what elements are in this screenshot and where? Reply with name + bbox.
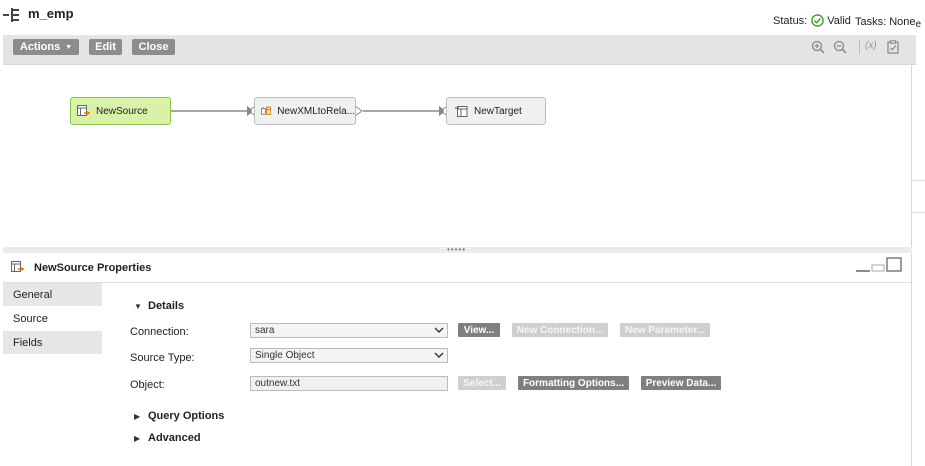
details-section-toggle[interactable]: ▼ Details — [134, 300, 184, 312]
select-button[interactable]: Select... — [458, 376, 506, 390]
xml-relational-icon — [261, 106, 272, 115]
mapping-canvas[interactable]: NewSource NewXMLtoRela... NewTarget — [3, 65, 912, 247]
chevron-down-icon: ▼ — [65, 43, 73, 51]
window-controls — [856, 257, 902, 272]
properties-header: NewSource Properties — [3, 253, 912, 283]
query-options-label: Query Options — [148, 410, 225, 422]
chevron-down-icon — [434, 327, 444, 333]
connection-value: sara — [255, 325, 275, 336]
triangle-right-icon: ▶ — [134, 433, 141, 443]
xml-output-port[interactable] — [354, 105, 363, 117]
target-table-icon — [455, 106, 468, 117]
maximize-icon[interactable] — [886, 257, 902, 272]
node-label: NewXMLtoRela... — [277, 105, 355, 117]
node-label: NewSource — [96, 105, 148, 117]
advanced-label: Advanced — [148, 432, 201, 444]
new-parameter-button[interactable]: New Parameter... — [620, 323, 710, 337]
source-type-label: Source Type: — [130, 352, 195, 364]
details-label: Details — [148, 300, 185, 312]
page-title: m_emp — [28, 6, 74, 21]
actions-button[interactable]: Actions ▼ — [13, 39, 79, 55]
actions-label: Actions — [19, 41, 61, 53]
preview-data-button[interactable]: Preview Data... — [641, 376, 721, 390]
check-circle-icon — [811, 14, 825, 27]
edit-button[interactable]: Edit — [89, 39, 122, 55]
properties-tabs: General Source Fields — [3, 283, 102, 355]
close-button[interactable]: Close — [132, 39, 175, 55]
object-value: outnew.txt — [255, 378, 301, 389]
zoom-in-icon[interactable] — [811, 40, 825, 54]
toolbar: Actions ▼ Edit Close (x) — [3, 35, 916, 65]
status-label: Status: — [773, 14, 808, 27]
restore-icon[interactable] — [871, 264, 885, 272]
node-newtarget[interactable]: NewTarget — [446, 97, 546, 125]
new-connection-button[interactable]: New Connection... — [512, 323, 608, 337]
header: m_emp Status: Valid Tasks: Nonee — [0, 0, 925, 35]
source-table-icon — [77, 105, 90, 116]
zoom-out-icon[interactable] — [833, 40, 847, 54]
divider — [912, 212, 925, 213]
divider — [912, 180, 925, 181]
tasks-suffix: e — [915, 19, 922, 30]
status: Status: Valid — [773, 14, 851, 27]
source-type-value: Single Object — [255, 350, 315, 361]
status-badge: Valid — [811, 14, 851, 27]
advanced-section-toggle[interactable]: ▶ Advanced — [134, 432, 201, 444]
node-newxmltorelational[interactable]: NewXMLtoRela... — [254, 97, 356, 125]
properties-panel: NewSource Properties General Source Fiel… — [3, 253, 912, 466]
connection-select[interactable]: sara — [250, 323, 448, 338]
tab-general[interactable]: General — [3, 283, 102, 307]
toolbar-separator — [859, 40, 860, 54]
connection-links — [171, 105, 452, 117]
node-label: NewTarget — [474, 105, 522, 117]
tasks-label: Tasks: None — [855, 16, 916, 28]
source-table-icon — [11, 261, 25, 272]
tab-fields[interactable]: Fields — [3, 331, 102, 355]
tasks-status[interactable]: Tasks: Nonee — [855, 16, 921, 30]
triangle-down-icon: ▼ — [134, 301, 142, 311]
tab-source[interactable]: Source — [3, 307, 102, 331]
view-button[interactable]: View... — [458, 323, 500, 337]
status-value: Valid — [827, 14, 851, 27]
source-type-select[interactable]: Single Object — [250, 348, 448, 363]
query-options-section-toggle[interactable]: ▶ Query Options — [134, 410, 224, 422]
formatting-options-button[interactable]: Formatting Options... — [518, 376, 629, 390]
node-newsource[interactable]: NewSource — [70, 97, 171, 125]
parameter-icon[interactable]: (x) — [865, 40, 877, 51]
mapping-icon — [3, 8, 19, 22]
chevron-down-icon — [434, 352, 444, 358]
object-field[interactable]: outnew.txt — [250, 376, 448, 391]
clipboard-check-icon[interactable] — [886, 40, 900, 54]
grip-icon[interactable]: ••••• — [447, 246, 466, 254]
object-label: Object: — [130, 379, 165, 391]
connection-label: Connection: — [130, 326, 189, 338]
triangle-right-icon: ▶ — [134, 411, 141, 421]
properties-title: NewSource Properties — [34, 262, 152, 274]
